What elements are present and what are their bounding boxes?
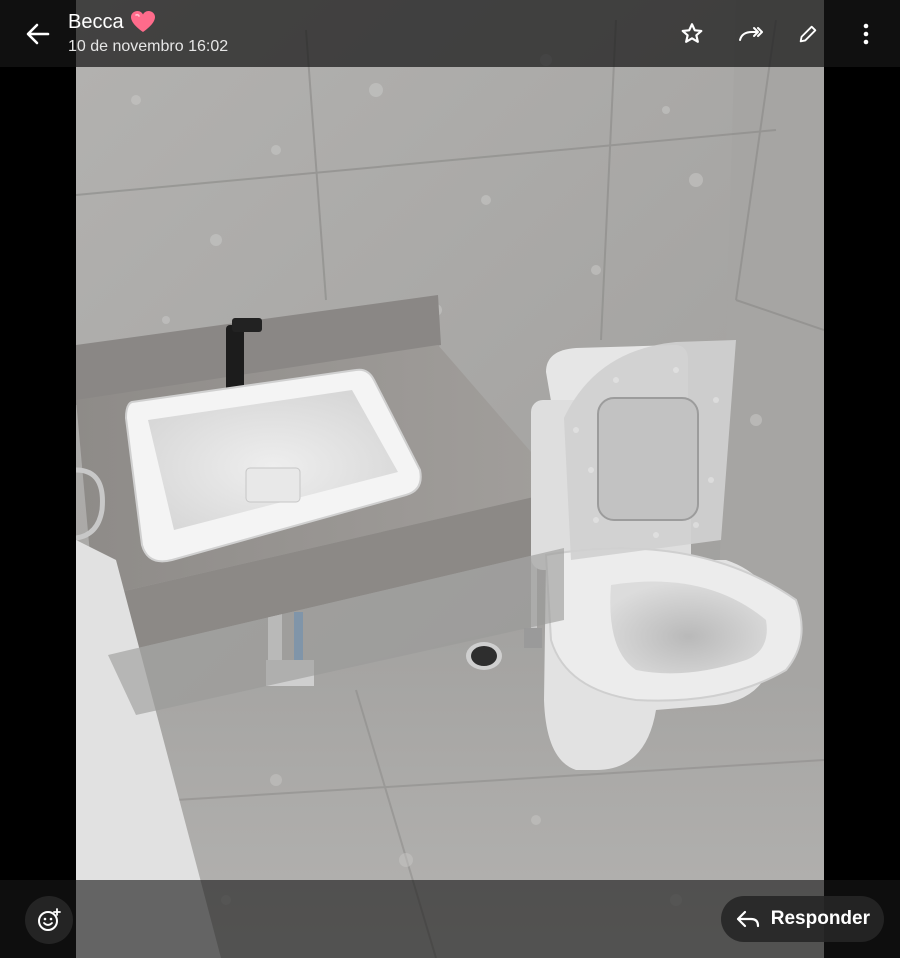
reply-label: Responder bbox=[770, 908, 870, 929]
photo-viewer[interactable] bbox=[76, 0, 824, 958]
top-app-bar: Becca 10 de novembro 16:02 bbox=[0, 0, 900, 67]
star-button[interactable] bbox=[670, 14, 714, 54]
message-timestamp: 10 de novembro 16:02 bbox=[68, 38, 229, 55]
chat-title-block: Becca 10 de novembro 16:02 bbox=[68, 8, 228, 56]
edit-button[interactable] bbox=[786, 14, 830, 54]
emoji-add-icon bbox=[38, 908, 61, 931]
more-vertical-icon bbox=[863, 23, 869, 45]
forward-icon bbox=[739, 27, 763, 41]
add-reaction-button[interactable] bbox=[25, 896, 73, 944]
forward-button[interactable] bbox=[728, 14, 772, 54]
star-icon bbox=[681, 23, 703, 43]
toolbar-actions bbox=[670, 14, 888, 54]
reply-button[interactable]: Responder bbox=[720, 896, 884, 942]
pencil-icon bbox=[799, 25, 817, 43]
reply-arrow-icon bbox=[736, 910, 759, 928]
sender-name: Becca bbox=[68, 10, 124, 33]
bottom-action-bar: Responder bbox=[0, 880, 900, 958]
arrow-left-icon bbox=[26, 23, 50, 45]
bathroom-photo bbox=[76, 0, 824, 958]
back-button[interactable] bbox=[18, 14, 58, 54]
more-options-button[interactable] bbox=[844, 14, 888, 54]
heart-icon bbox=[130, 11, 155, 32]
